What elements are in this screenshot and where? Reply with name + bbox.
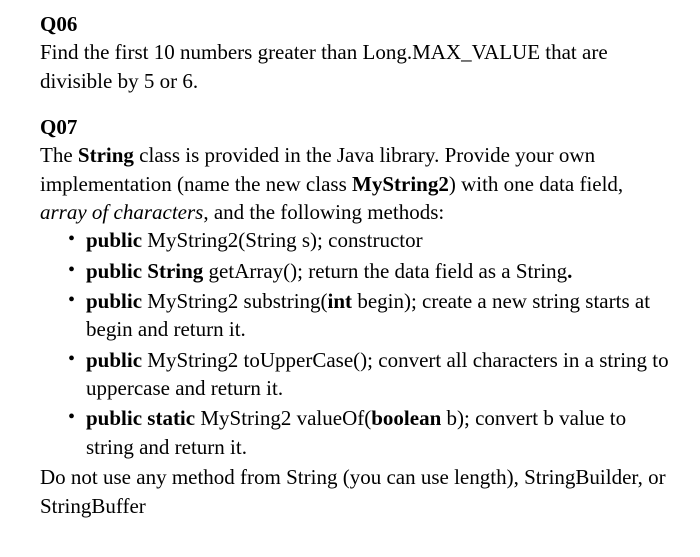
keyword-public-static: public static [86,406,195,430]
question-q07: Q07 The String class is provided in the … [40,113,675,520]
method-signature: getArray(); return the data field as a S… [203,259,567,283]
q07-intro-text: , and the following methods: [203,200,444,224]
q07-intro-text: class is provided in the Java library. [134,143,439,167]
q06-heading: Q06 [40,10,675,38]
keyword-int: int [328,289,353,313]
keyword-public: public [86,289,142,313]
q07-intro-text: The [40,143,78,167]
method-signature: MyString2 substring( [142,289,328,313]
method-signature: MyString2 valueOf( [195,406,371,430]
list-item: public MyString2 substring(int begin); c… [68,287,675,344]
q07-heading: Q07 [40,113,675,141]
list-item: public String getArray(); return the dat… [68,257,675,285]
keyword-boolean: boolean [371,406,441,430]
period: . [567,259,572,283]
list-item: public static MyString2 valueOf(boolean … [68,404,675,461]
question-q06: Q06 Find the first 10 numbers greater th… [40,10,675,95]
keyword-public: public [86,348,142,372]
keyword-public-string: public String [86,259,203,283]
q07-array-of-characters: array of characters [40,200,203,224]
q07-intro: The String class is provided in the Java… [40,141,675,226]
q07-mystring2-class: MyString2 [352,172,449,196]
list-item: public MyString2 toUpperCase(); convert … [68,346,675,403]
method-signature: MyString2(String s); constructor [142,228,423,252]
list-item: public MyString2(String s); constructor [68,226,675,254]
q07-intro-text: ) with one data field, [449,172,623,196]
keyword-public: public [86,228,142,252]
q07-method-list: public MyString2(String s); constructor … [40,226,675,461]
q07-string-class: String [78,143,134,167]
q06-body: Find the first 10 numbers greater than L… [40,38,675,95]
method-signature: MyString2 toUpperCase(); convert all cha… [86,348,669,400]
q07-outro: Do not use any method from String (you c… [40,463,675,520]
